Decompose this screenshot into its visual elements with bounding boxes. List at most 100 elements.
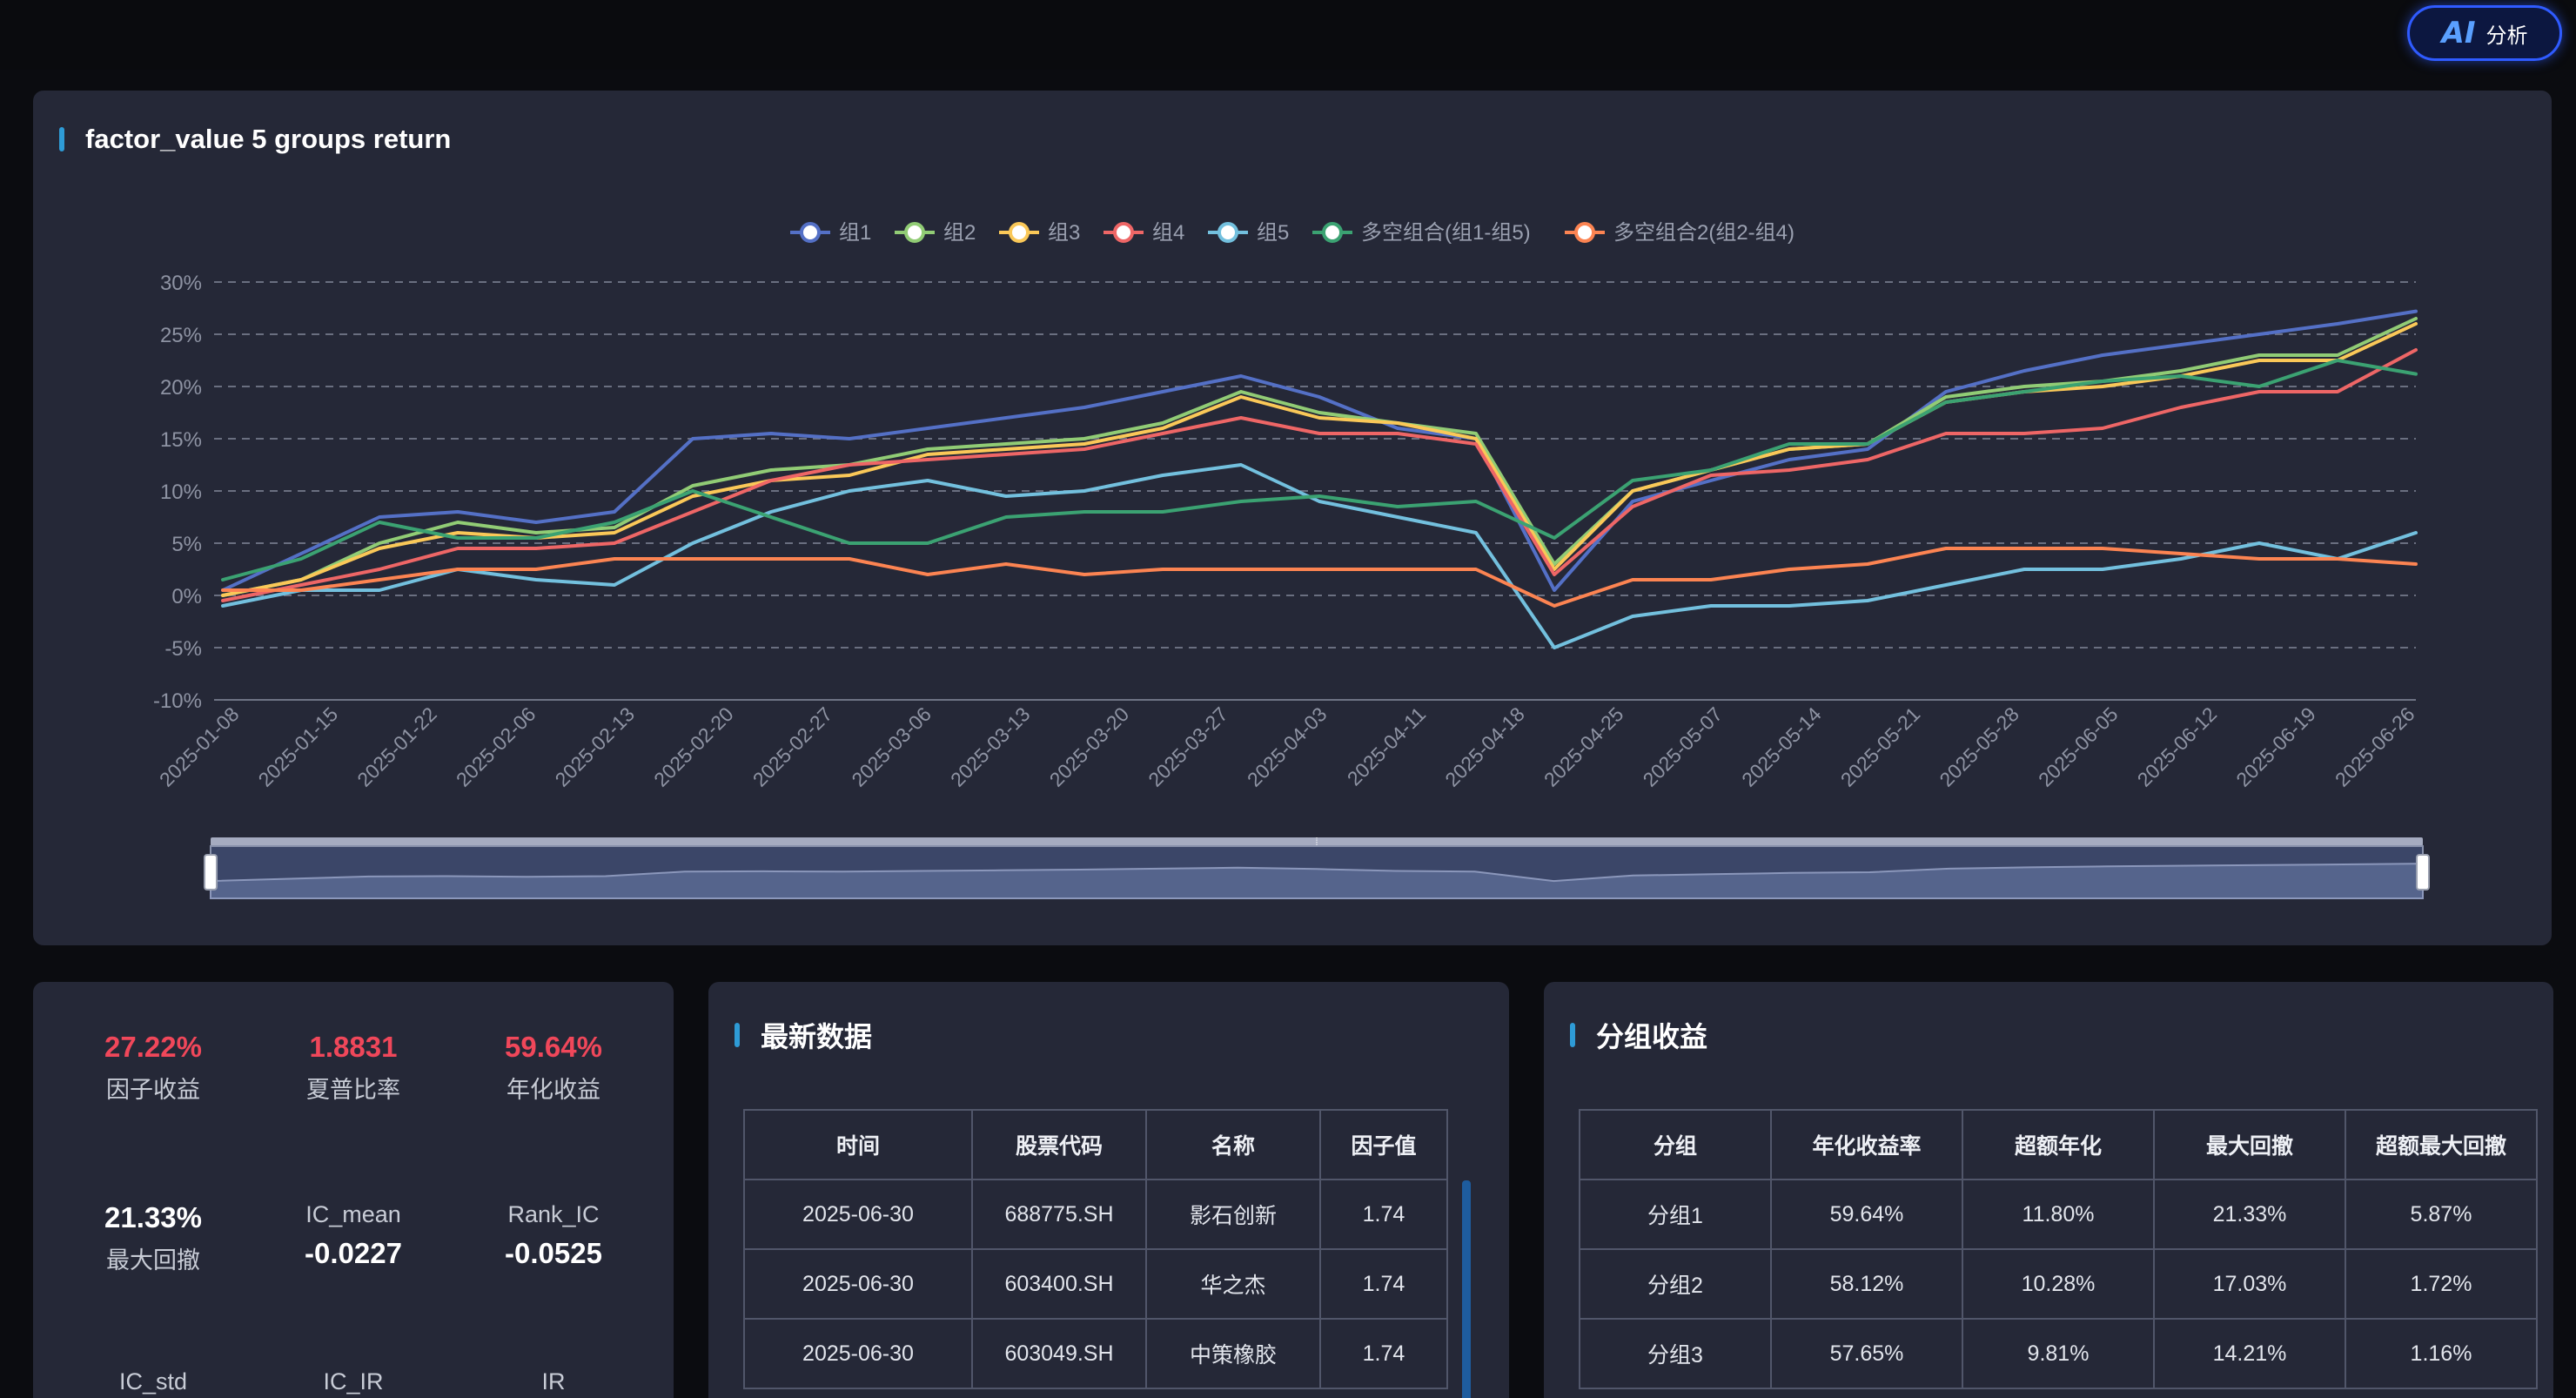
cell-excess-max-drawdown: 1.16% <box>2345 1318 2538 1389</box>
legend-label: 组2 <box>943 221 976 245</box>
stat-value: 59.64% <box>505 1031 602 1063</box>
x-tick-label: 2025-05-28 <box>1935 702 2023 791</box>
series-line <box>221 547 2418 608</box>
stat-sharpe: 1.8831 夏普比率 <box>258 1031 449 1105</box>
cell-max-drawdown: 17.03% <box>2153 1248 2346 1320</box>
x-tick-label: 2025-05-21 <box>1836 702 1925 791</box>
series-line <box>221 463 2418 649</box>
cell-name: 影石创新 <box>1145 1179 1321 1250</box>
stat-value: 27.22% <box>104 1031 202 1063</box>
legend-marker <box>1322 222 1343 243</box>
y-tick-label: 5% <box>171 533 202 556</box>
data-zoom-slider: ⦙ <box>204 836 2430 899</box>
cell-annual: 57.65% <box>1770 1318 1963 1389</box>
col-header-excess-annual: 超额年化 <box>1962 1109 2155 1180</box>
cell-code: 688775.SH <box>971 1179 1147 1250</box>
stat-ic-ir: IC_IR <box>258 1368 449 1395</box>
cell-factor: 1.74 <box>1319 1248 1448 1320</box>
table-row[interactable]: 2025-06-30 603400.SH 华之杰 1.74 <box>743 1248 1448 1320</box>
group-title-text: 分组收益 <box>1596 1021 1708 1052</box>
stat-ic-std: IC_std <box>57 1368 249 1395</box>
series-line <box>221 322 2418 597</box>
cell-time: 2025-06-30 <box>743 1248 973 1320</box>
table-row[interactable]: 分组2 58.12% 10.28% 17.03% 1.72% <box>1579 1248 2538 1320</box>
y-tick-label: -5% <box>164 637 202 661</box>
table-header-row: 分组 年化收益率 超额年化 最大回撤 超额最大回撤 <box>1579 1109 2538 1180</box>
x-tick-label: 2025-04-03 <box>1243 702 1332 791</box>
cell-annual: 59.64% <box>1770 1179 1963 1250</box>
stat-label: IC_mean <box>305 1201 401 1227</box>
y-tick-label: 10% <box>160 481 202 504</box>
cell-annual: 58.12% <box>1770 1248 1963 1320</box>
x-tick-label: 2025-02-13 <box>551 702 640 791</box>
y-tick-label: -10% <box>153 689 202 713</box>
stat-label: 夏普比率 <box>306 1077 400 1103</box>
ai-logo-icon: AI <box>2441 16 2476 50</box>
stat-value: -0.0525 <box>505 1237 602 1269</box>
x-tick-label: 2025-02-20 <box>649 702 738 791</box>
x-tick-label: 2025-04-25 <box>1540 702 1628 791</box>
title-accent <box>735 1023 740 1047</box>
cell-group: 分组2 <box>1579 1248 1772 1320</box>
group-title: 分组收益 <box>1570 1015 1707 1055</box>
cell-group: 分组1 <box>1579 1179 1772 1250</box>
stat-label: IC_IR <box>323 1368 384 1395</box>
stat-value: -0.0227 <box>305 1237 402 1269</box>
x-tick-label: 2025-03-13 <box>946 702 1035 791</box>
table-row[interactable]: 2025-06-30 688775.SH 影石创新 1.74 <box>743 1179 1448 1250</box>
stat-ir: IR <box>458 1368 649 1395</box>
x-tick-label: 2025-05-14 <box>1737 702 1826 791</box>
x-tick-label: 2025-06-19 <box>2231 702 2320 791</box>
x-tick-label: 2025-06-26 <box>2331 702 2419 791</box>
legend-label: 组1 <box>839 221 871 245</box>
legend-marker <box>800 222 821 243</box>
stat-value: 1.8831 <box>309 1031 398 1063</box>
x-tick-label: 2025-06-12 <box>2133 702 2222 791</box>
legend-marker <box>1009 222 1030 243</box>
x-tick-label: 2025-02-27 <box>748 702 837 791</box>
col-header-annual: 年化收益率 <box>1770 1109 1963 1180</box>
x-tick-label: 2025-03-06 <box>847 702 936 791</box>
legend-marker <box>904 222 925 243</box>
col-header-group: 分组 <box>1579 1109 1772 1180</box>
series-line <box>221 317 2418 597</box>
y-axis-labels: 30% 25% 20% 15% 10% 5% 0% -5% -10% <box>153 272 202 713</box>
latest-title: 最新数据 <box>735 1015 872 1055</box>
legend-marker <box>1574 222 1595 243</box>
stat-label: IC_std <box>118 1368 188 1395</box>
zoom-handle[interactable] <box>204 854 218 891</box>
y-tick-label: 30% <box>160 272 202 295</box>
cell-excess-max-drawdown: 5.87% <box>2345 1179 2538 1250</box>
x-tick-label: 2025-03-27 <box>1144 702 1232 791</box>
cell-name: 华之杰 <box>1145 1248 1321 1320</box>
table-row[interactable]: 2025-06-30 603049.SH 中策橡胶 1.74 <box>743 1318 1448 1389</box>
table-row[interactable]: 分组3 57.65% 9.81% 14.21% 1.16% <box>1579 1318 2538 1389</box>
stat-factor-return: 27.22% 因子收益 <box>57 1031 249 1105</box>
col-header-excess-max-drawdown: 超额最大回撤 <box>2345 1109 2538 1180</box>
col-header-factor: 因子值 <box>1319 1109 1448 1180</box>
zoom-grip-icon: ⦙ <box>1316 836 1318 848</box>
legend-label: 多空组合2(组2-组4) <box>1613 221 1794 245</box>
stat-label: IR <box>541 1368 566 1395</box>
legend-label: 组5 <box>1257 221 1289 245</box>
zoom-handle[interactable] <box>2416 854 2430 891</box>
latest-data-panel: 最新数据 时间 股票代码 名称 因子值 2025-06-30 688775.SH… <box>708 982 1509 1398</box>
cell-excess-annual: 11.80% <box>1962 1179 2155 1250</box>
table-row[interactable]: 分组1 59.64% 11.80% 21.33% 5.87% <box>1579 1179 2538 1250</box>
ai-analysis-button[interactable]: AI 分析 <box>2407 5 2562 61</box>
table-scrollbar[interactable] <box>1462 1180 1471 1398</box>
x-axis-labels: 2025-01-08 2025-01-15 2025-01-22 2025-02-06… <box>155 702 2419 791</box>
stat-value: 21.33% <box>104 1201 202 1233</box>
legend-label: 组4 <box>1152 221 1184 245</box>
table-header-row: 时间 股票代码 名称 因子值 <box>743 1109 1448 1180</box>
col-header-time: 时间 <box>743 1109 973 1180</box>
series-lines <box>221 309 2418 649</box>
cell-factor: 1.74 <box>1319 1318 1448 1389</box>
x-tick-label: 2025-01-15 <box>254 702 343 791</box>
legend: 组1 组2 组3 组4 组5 多空组合(组1-组5) 多空组合2(组2-组4) <box>790 221 1794 245</box>
col-header-name: 名称 <box>1145 1109 1321 1180</box>
x-tick-label: 2025-01-08 <box>155 702 244 791</box>
stats-panel: 27.22% 因子收益 1.8831 夏普比率 59.64% 年化收益 21.3… <box>33 982 674 1398</box>
stat-label: 因子收益 <box>106 1077 200 1103</box>
latest-title-text: 最新数据 <box>761 1021 873 1052</box>
